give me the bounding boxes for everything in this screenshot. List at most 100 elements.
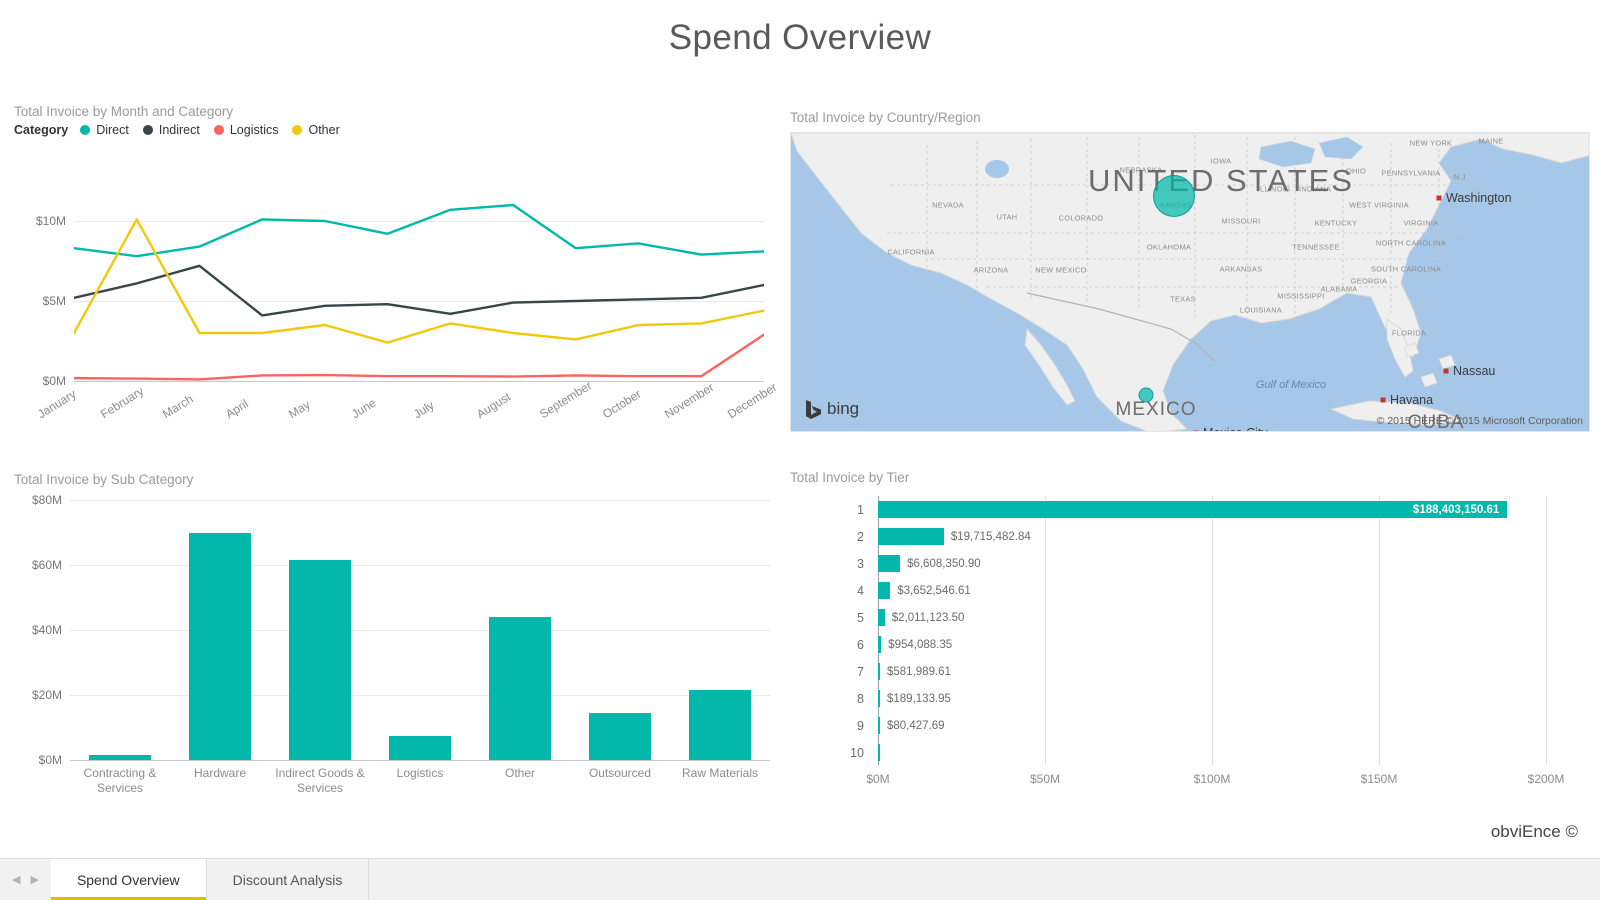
sub-x-tick-logistics: Logistics: [396, 766, 444, 780]
map-state-oklahoma: OKLAHOMA: [1146, 242, 1192, 252]
map-title: Total Invoice by Country/Region: [790, 110, 981, 125]
line-x-tick-october: October: [599, 386, 644, 422]
map-canvas[interactable]: NEVADA UTAH COLORADO CALIFORNIA ARIZONA NEW M…: [790, 132, 1590, 432]
tab-discount-analysis[interactable]: Discount Analysis: [206, 859, 370, 900]
map-country-united-states: UNITED STATES: [1088, 163, 1354, 198]
chevron-right-icon[interactable]: ▶: [30, 873, 38, 886]
sub-y-tick-$0M: $0M: [38, 753, 62, 767]
visual-total-invoice-by-country-region[interactable]: Total Invoice by Country/Region NEVADA U…: [790, 110, 1590, 432]
sub-bar-hardware[interactable]: [189, 532, 251, 760]
sub-gridline-$40M: [70, 630, 770, 631]
map-water-gulf-of-mexico: Gulf of Mexico: [1255, 379, 1327, 391]
bing-logo[interactable]: bing: [805, 399, 859, 419]
chevron-left-icon[interactable]: ◀: [12, 873, 20, 886]
sub-bar-contracting-services[interactable]: [89, 755, 151, 760]
tier-x-tick-$100M: $100M: [1193, 772, 1231, 786]
tier-gridline-$100M: [1212, 496, 1213, 766]
legend-swatch-logistics: [213, 125, 224, 135]
sub-bar-logistics[interactable]: [389, 735, 451, 760]
map-state-new-york: NEW YORK: [1409, 138, 1453, 148]
tier-bar-7[interactable]: [878, 663, 880, 680]
sub-bar-indirect-goods-services[interactable]: [289, 560, 351, 760]
obvience-branding: obviEnce ©: [1490, 822, 1578, 841]
tab-list[interactable]: Spend Overview Discount Analysis: [50, 859, 370, 900]
line-chart-plot-area[interactable]: $0M $5M $10M: [36, 189, 764, 388]
map-city-label-mexico-city: Mexico City: [1203, 426, 1268, 431]
map-state-missouri: MISSOURI: [1221, 216, 1261, 226]
tier-category-8: 8: [857, 691, 864, 706]
map-state-kentucky: KENTUCKY: [1314, 218, 1358, 228]
tier-category-2: 2: [857, 529, 864, 544]
line-y-tick-$0M: $0M: [42, 374, 66, 388]
tier-bar-5[interactable]: [878, 609, 885, 626]
map-city-marker-mexico-city: [1193, 430, 1199, 431]
visual-total-invoice-by-sub-category[interactable]: Total Invoice by Sub Category $0M $20M $40…: [14, 472, 774, 832]
visual-total-invoice-by-tier[interactable]: Total Invoice by Tier $0M $50M $100M $150M $…: [790, 470, 1590, 830]
tier-x-tick-$150M: $150M: [1360, 772, 1398, 786]
tier-value-label-8: $189,133.95: [887, 692, 951, 705]
map-state-utah: UTAH: [996, 212, 1018, 222]
visual-total-invoice-by-month-and-category[interactable]: Total Invoice by Month and Category Cate…: [14, 104, 779, 434]
line-chart-legend[interactable]: Category Direct Indirect Logistics Other: [14, 123, 774, 137]
line-x-tick-may: May: [285, 397, 313, 422]
line-series-direct: [74, 203, 764, 258]
sub-y-tick-$60M: $60M: [31, 558, 62, 572]
tier-chart-title: Total Invoice by Tier: [790, 470, 910, 485]
sub-category-plot-area[interactable]: $0M $20M $40M $60M $80M Contracting & Service…: [32, 493, 770, 795]
tier-value-label-1: $188,403,150.61: [1412, 503, 1500, 516]
tier-bar-2[interactable]: [878, 528, 944, 545]
line-x-tick-december: December: [724, 380, 780, 422]
tier-category-9: 9: [857, 718, 864, 733]
tab-spend-overview[interactable]: Spend Overview: [50, 859, 207, 900]
line-x-tick-july: July: [411, 398, 437, 422]
tier-x-tick-$0M: $0M: [866, 772, 890, 786]
map-copyright: © 2015 HERE © 2015 Microsoft Corporation: [1376, 415, 1583, 427]
map-state-mississippi: MISSISSIPPI: [1277, 291, 1325, 301]
line-series-indirect: [74, 264, 764, 317]
report-canvas: Spend Overview Total Invoice by Month an…: [0, 0, 1600, 900]
tier-bar-9[interactable]: [878, 717, 880, 734]
sub-x-tick-indirect-goods-services: Indirect Goods & Services: [275, 766, 365, 795]
line-series-other: [74, 218, 764, 344]
tier-bar-6[interactable]: [878, 636, 882, 653]
map-state-tennessee: TENNESSEE: [1292, 242, 1340, 252]
line-y-tick-$10M: $10M: [35, 214, 66, 228]
line-x-tick-april: April: [223, 396, 251, 422]
legend-item-indirect[interactable]: Indirect: [142, 123, 200, 137]
line-x-tick-september: September: [536, 378, 595, 422]
map-bubble-mexico[interactable]: [1138, 387, 1154, 403]
sub-y-tick-$40M: $40M: [31, 623, 62, 637]
tier-plot-area[interactable]: $0M $50M $100M $150M $200M 1 $188,403,150.61 2 $…: [850, 496, 1564, 786]
sub-bar-other[interactable]: [489, 617, 551, 760]
map-state-new-mexico: NEW MEXICO: [1035, 265, 1087, 275]
tier-bar-3[interactable]: [878, 555, 901, 572]
tier-bar-10[interactable]: [878, 744, 880, 761]
page-tab-bar[interactable]: ◀ ▶ Spend Overview Discount Analysis: [0, 858, 1600, 900]
line-chart-x-axis: January February March April May June July Augu…: [35, 378, 779, 433]
tab-nav-arrows[interactable]: ◀ ▶: [0, 859, 51, 900]
bing-logo-label: bing: [827, 399, 860, 418]
map-city-marker-nassau: [1443, 368, 1449, 374]
map-state-arizona: ARIZONA: [973, 265, 1009, 275]
legend-item-other[interactable]: Other: [292, 123, 340, 137]
tier-bar-4[interactable]: [878, 582, 891, 599]
sub-x-tick-other: Other: [504, 766, 535, 780]
legend-item-logistics[interactable]: Logistics: [213, 123, 278, 137]
tier-bar-8[interactable]: [878, 690, 880, 707]
sub-x-tick-hardware: Hardware: [193, 766, 247, 780]
tier-category-5: 5: [857, 610, 864, 625]
sub-bar-outsourced[interactable]: [589, 712, 651, 760]
sub-x-tick-raw-materials: Raw Materials: [681, 766, 759, 780]
map-state-pennsylvania: PENNSYLVANIA: [1381, 168, 1441, 178]
line-chart-series: [74, 203, 764, 381]
legend-label-indirect: Indirect: [158, 123, 200, 137]
legend-item-direct[interactable]: Direct: [80, 123, 129, 137]
tier-value-label-3: $6,608,350.90: [907, 557, 981, 570]
line-series-logistics: [74, 333, 764, 381]
map-bubble-united-states[interactable]: [1153, 175, 1195, 217]
tier-value-label-2: $19,715,482.84: [950, 530, 1031, 543]
sub-x-tick-contracting-services: Contracting & Services: [83, 766, 157, 795]
map-city-marker-washington: [1436, 195, 1442, 201]
sub-bar-raw-materials[interactable]: [689, 690, 751, 760]
sub-gridline-$60M: [70, 565, 770, 566]
